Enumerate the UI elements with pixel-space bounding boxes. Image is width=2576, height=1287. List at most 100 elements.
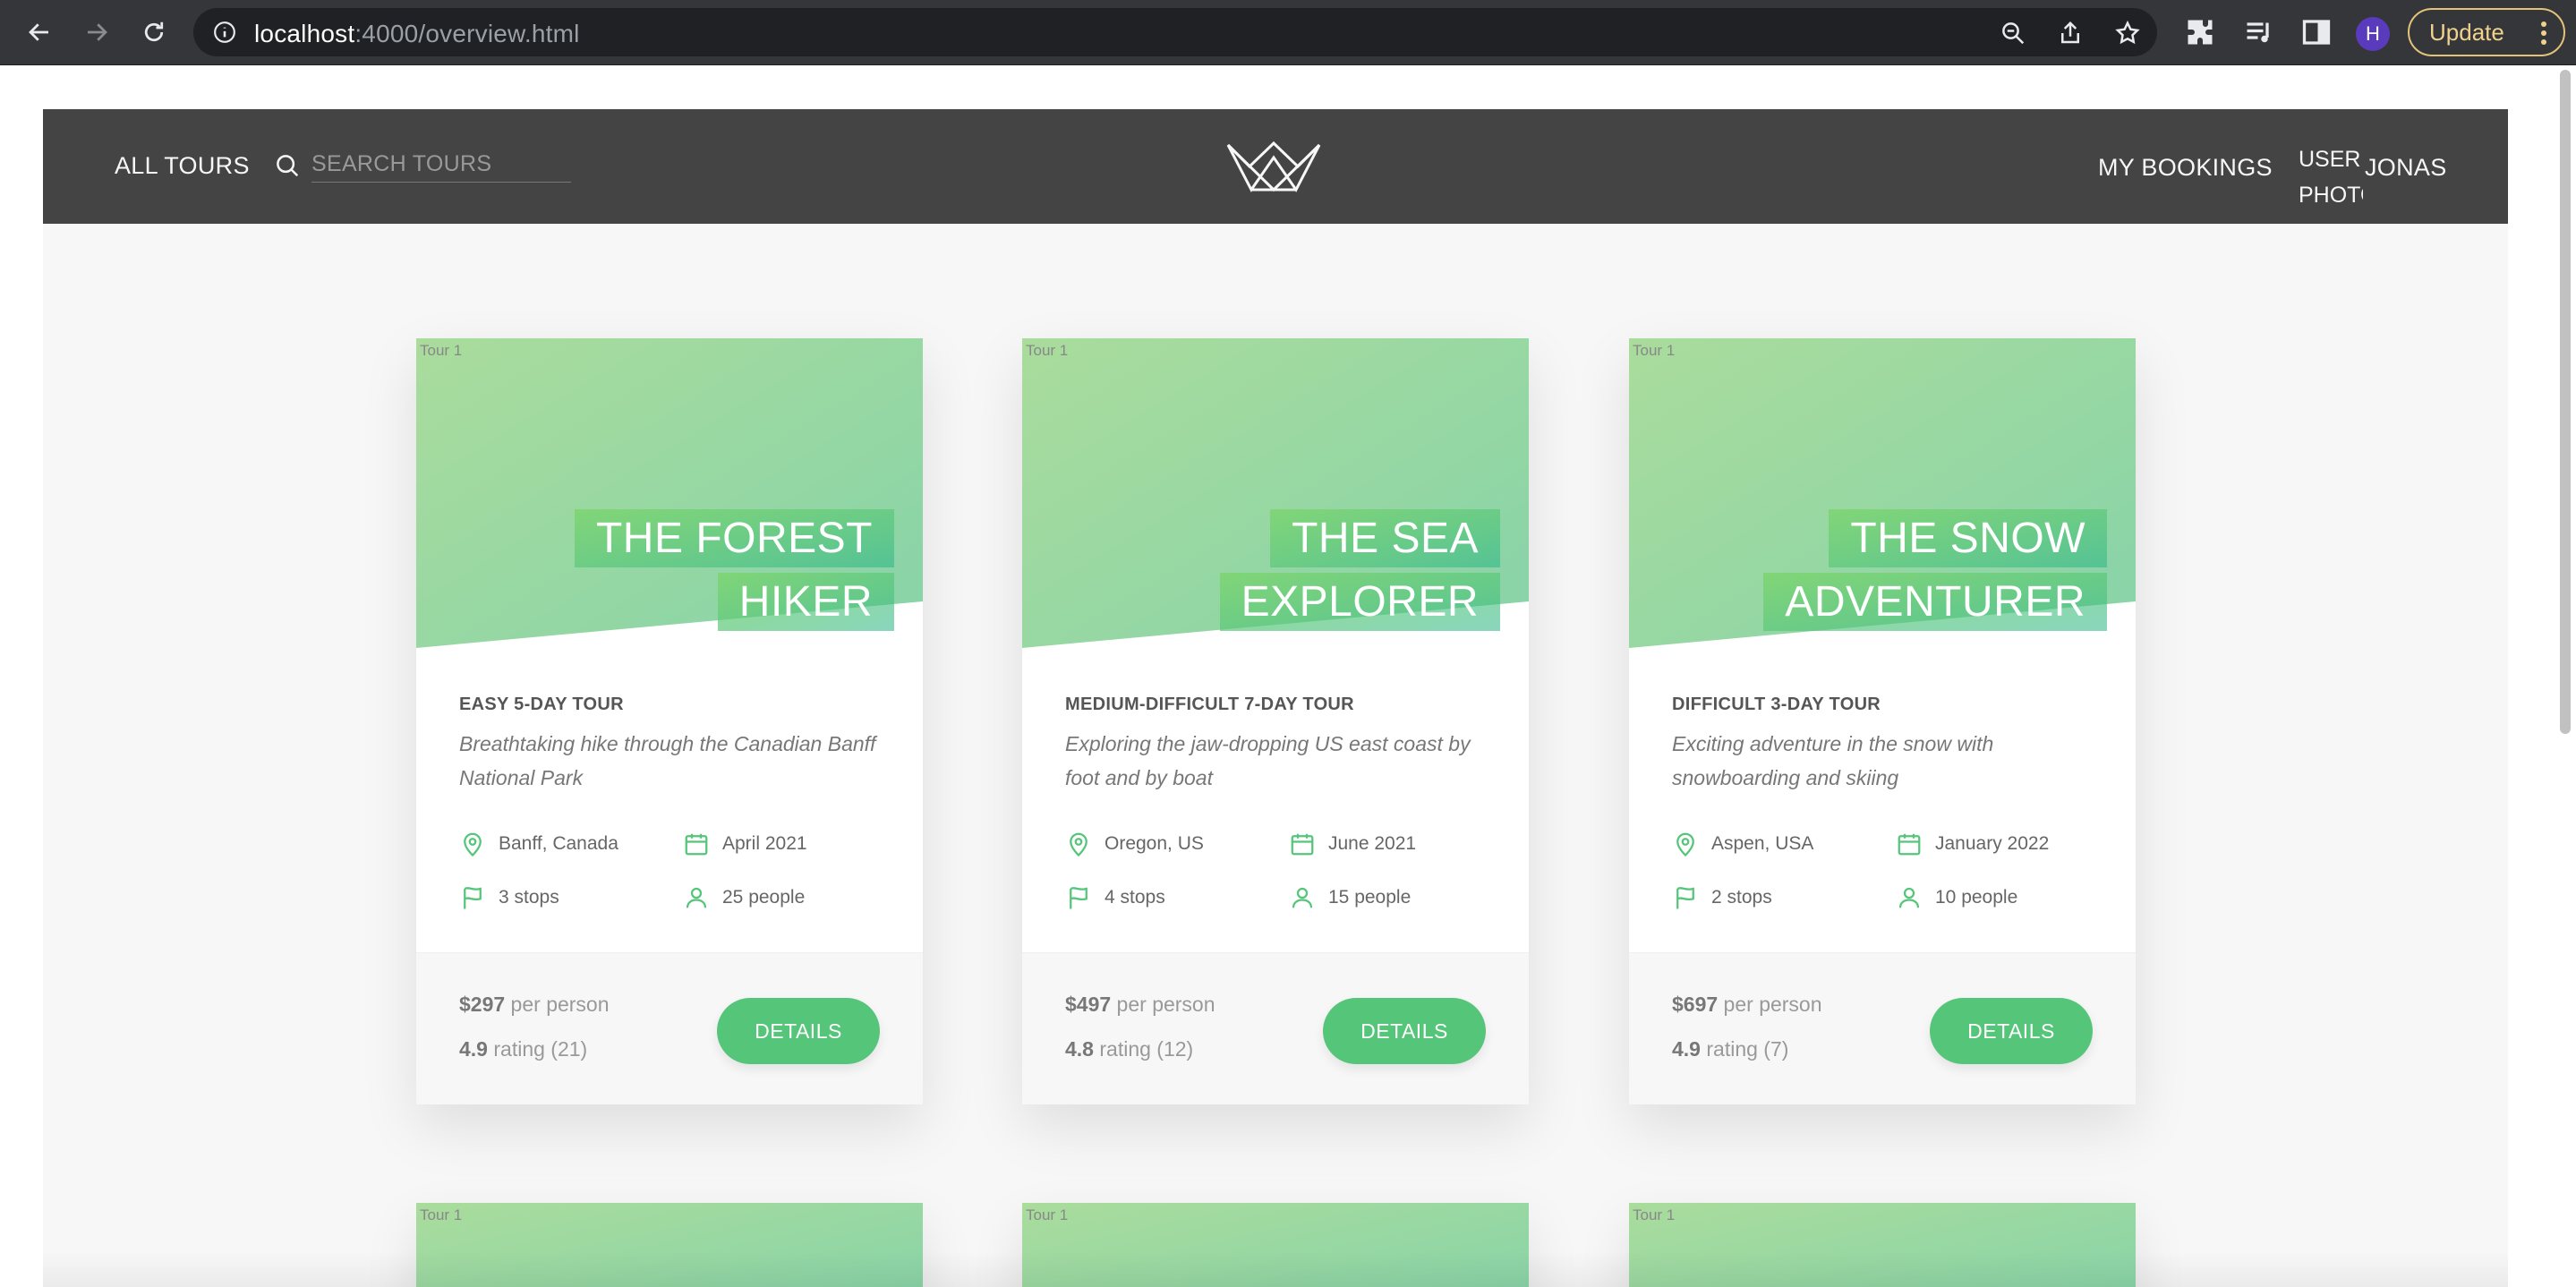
tour-title: THE SEA EXPLORER xyxy=(1088,507,1500,634)
tour-people-text: 10 people xyxy=(1935,887,2018,908)
nav-all-tours[interactable]: ALL TOURS xyxy=(115,152,250,180)
tour-subheading: MEDIUM-DIFFICULT 7-DAY TOUR xyxy=(1065,695,1354,714)
share-icon[interactable] xyxy=(2057,20,2084,47)
more-menu-icon[interactable] xyxy=(2540,21,2547,46)
tour-location-text: Aspen, USA xyxy=(1711,833,1814,854)
site-header: ALL TOURS MY BOOKINGS USER PHOTO JONAS xyxy=(43,109,2508,224)
details-button[interactable]: DETAILS xyxy=(1930,998,2093,1064)
zoom-icon[interactable] xyxy=(2000,20,2026,47)
tour-title: THE FOREST HIKER xyxy=(482,507,894,634)
flag-icon xyxy=(1676,887,1694,909)
logo-icon[interactable] xyxy=(1224,140,1323,193)
url-text: localhost:4000/overview.html xyxy=(254,20,580,48)
reload-icon xyxy=(144,21,164,42)
user-name-link[interactable]: JONAS xyxy=(2365,154,2447,182)
tour-price-suffix: per person xyxy=(505,993,610,1016)
tour-title-line: THE SEA xyxy=(1270,509,1500,567)
forward-arrow-icon xyxy=(88,23,107,41)
back-arrow-icon xyxy=(29,23,48,41)
tour-stops-text: 2 stops xyxy=(1711,887,1772,908)
tour-date: January 2022 xyxy=(1896,831,2049,857)
tour-title-line: EXPLORER xyxy=(1219,573,1500,631)
tour-people: 25 people xyxy=(683,884,805,911)
tour-rating-value: 4.9 xyxy=(459,1037,488,1061)
tour-rating: 4.9 rating (21) xyxy=(459,1037,587,1061)
bookmark-star-icon[interactable] xyxy=(2114,20,2141,47)
tour-people-text: 15 people xyxy=(1328,887,1412,908)
tour-rating-value: 4.8 xyxy=(1065,1037,1094,1061)
tour-image-alt: Tour 1 xyxy=(1633,1206,1676,1223)
tour-price-value: $297 xyxy=(459,993,506,1016)
tour-title-line: HIKER xyxy=(717,573,894,631)
tour-date-text: June 2021 xyxy=(1328,833,1417,854)
tour-price: $497 per person xyxy=(1065,993,1215,1017)
user-icon xyxy=(1898,887,1920,908)
map-pin-icon xyxy=(464,832,482,857)
site-info-icon[interactable] xyxy=(213,21,236,44)
tour-image-alt: Tour 1 xyxy=(420,342,463,359)
tour-image-alt: Tour 1 xyxy=(420,1206,463,1223)
forward-button[interactable] xyxy=(77,13,116,52)
tour-rating: 4.8 rating (12) xyxy=(1065,1037,1193,1061)
user-photo[interactable]: USER PHOTO xyxy=(2299,141,2363,224)
search-input[interactable] xyxy=(311,147,571,183)
tour-price-suffix: per person xyxy=(1111,993,1215,1016)
profile-avatar[interactable]: H xyxy=(2356,17,2390,51)
tour-people: 15 people xyxy=(1289,884,1411,911)
extensions-icon[interactable] xyxy=(2184,16,2216,48)
details-button[interactable]: DETAILS xyxy=(1323,998,1486,1064)
tour-title-line: THE FOREST xyxy=(574,509,894,567)
vertical-scrollbar[interactable] xyxy=(2555,66,2576,1287)
nav-my-bookings[interactable]: MY BOOKINGS xyxy=(2098,154,2273,182)
side-panel-icon[interactable] xyxy=(2300,16,2333,48)
tour-card: Tour 1 THE FOREST HIKER EASY 5-DAY TOUR B… xyxy=(416,338,923,1104)
tour-location-text: Oregon, US xyxy=(1105,833,1204,854)
tour-price-suffix: per person xyxy=(1718,993,1822,1016)
address-bar[interactable]: localhost:4000/overview.html xyxy=(193,8,2157,56)
back-button[interactable] xyxy=(20,13,59,52)
browser-toolbar: localhost:4000/overview.html H Update xyxy=(0,0,2576,65)
media-queue-icon[interactable] xyxy=(2243,16,2275,48)
tour-location-text: Banff, Canada xyxy=(499,833,618,854)
tour-image-alt: Tour 1 xyxy=(1026,1206,1069,1223)
tour-location: Oregon, US xyxy=(1065,831,1204,857)
tour-people: 10 people xyxy=(1896,884,2017,911)
tour-summary: Exploring the jaw-dropping US east coast… xyxy=(1065,732,1471,789)
search-icon[interactable] xyxy=(274,152,301,179)
tour-price-value: $697 xyxy=(1672,993,1719,1016)
url-path: :4000/overview.html xyxy=(354,20,580,47)
tour-image-alt: Tour 1 xyxy=(1633,342,1676,359)
tour-location: Banff, Canada xyxy=(459,831,618,857)
search-form xyxy=(274,147,578,186)
tour-card: Tour 1 THE SNOW ADVENTURER DIFFICULT 3-DA… xyxy=(1629,338,2136,1104)
scrollbar-thumb[interactable] xyxy=(2560,70,2571,734)
tour-date-text: April 2021 xyxy=(722,833,807,854)
user-icon xyxy=(686,887,707,908)
details-button[interactable]: DETAILS xyxy=(717,998,880,1064)
calendar-icon xyxy=(685,833,708,856)
page-viewport: ALL TOURS MY BOOKINGS USER PHOTO JONAS T… xyxy=(0,66,2576,1287)
map-pin-icon xyxy=(1070,832,1088,857)
update-button[interactable]: Update xyxy=(2408,8,2565,56)
calendar-icon xyxy=(1898,833,1921,856)
map-pin-icon xyxy=(1676,832,1694,857)
tour-rating-value: 4.9 xyxy=(1672,1037,1701,1061)
reload-button[interactable] xyxy=(134,13,174,52)
tour-price: $697 per person xyxy=(1672,993,1822,1017)
flag-icon xyxy=(1070,887,1088,909)
tour-card-footer: $297 per person 4.9 rating (21) DETAILS xyxy=(416,952,923,1104)
calendar-icon xyxy=(1291,833,1314,856)
tour-date-text: January 2022 xyxy=(1935,833,2050,854)
bottom-fade xyxy=(43,1251,2508,1287)
update-label: Update xyxy=(2429,18,2504,46)
tour-image-alt: Tour 1 xyxy=(1026,342,1069,359)
tour-rating-suffix: rating (12) xyxy=(1093,1037,1194,1061)
tour-date: June 2021 xyxy=(1289,831,1416,857)
user-icon xyxy=(1292,887,1313,908)
url-host: localhost xyxy=(254,20,355,47)
tour-title-line: ADVENTURER xyxy=(1763,573,2107,631)
tour-price: $297 per person xyxy=(459,993,610,1017)
tour-date: April 2021 xyxy=(683,831,807,857)
tour-stops-text: 4 stops xyxy=(1105,887,1165,908)
tour-card-footer: $697 per person 4.9 rating (7) DETAILS xyxy=(1629,952,2136,1104)
